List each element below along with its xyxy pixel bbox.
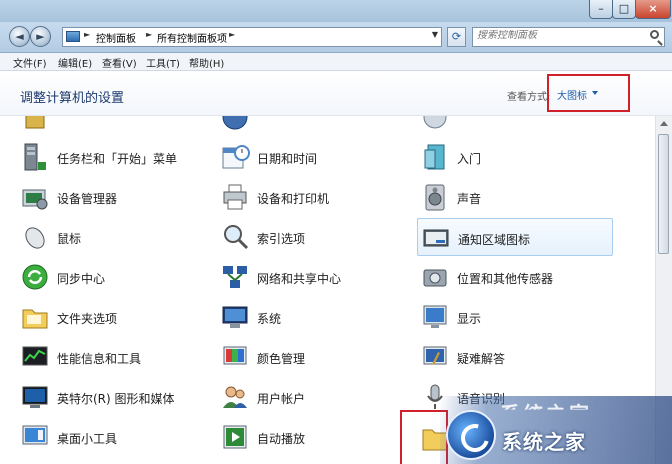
- scroll-up-icon[interactable]: [660, 121, 668, 126]
- cp-item-color-management[interactable]: 颜色管理: [220, 342, 420, 374]
- watermark: 系统之家 系统之家: [440, 396, 672, 464]
- device-manager-icon: [22, 189, 48, 210]
- network-icon: [223, 266, 247, 288]
- menu-tools[interactable]: 工具(T): [146, 55, 180, 70]
- intel-graphics-icon: [22, 386, 48, 408]
- display-icon: [423, 305, 447, 328]
- cp-item-user-accounts[interactable]: 用户帐户: [220, 382, 420, 414]
- cp-item-taskbar[interactable]: 任务栏和「开始」菜单: [20, 142, 220, 174]
- cp-item-performance[interactable]: 性能信息和工具: [20, 342, 220, 374]
- breadcrumb-separator[interactable]: ►: [146, 30, 152, 39]
- watermark-text: 系统之家: [502, 430, 586, 454]
- search-input[interactable]: [477, 30, 645, 41]
- mouse-icon: [25, 227, 45, 249]
- cp-item-location-sensors[interactable]: 位置和其他传感器: [420, 262, 620, 294]
- view-by-label: 查看方式:: [507, 92, 551, 103]
- cp-item-date-time[interactable]: 日期和时间: [220, 142, 420, 174]
- forward-button[interactable]: ►: [30, 26, 51, 47]
- cp-item-display[interactable]: 显示: [420, 302, 620, 334]
- sync-center-icon: [22, 264, 48, 290]
- color-management-icon: [223, 346, 247, 365]
- menu-view[interactable]: 查看(V): [102, 55, 137, 70]
- folder-options-icon: [22, 309, 48, 329]
- troubleshooting-icon: [423, 346, 447, 365]
- getting-started-icon: [424, 144, 445, 170]
- menu-help[interactable]: 帮助(H): [189, 55, 224, 70]
- gadgets-icon: [22, 425, 48, 445]
- search-box[interactable]: [472, 27, 665, 47]
- address-dropdown-icon[interactable]: ▼: [432, 30, 438, 39]
- title-bar: – □ ×: [0, 0, 672, 22]
- cp-item-network-sharing[interactable]: 网络和共享中心: [220, 262, 420, 294]
- taskbar-icon: [24, 143, 46, 171]
- breadcrumb-separator[interactable]: ►: [84, 30, 90, 39]
- maximize-button[interactable]: □: [612, 0, 636, 19]
- cp-item-autoplay[interactable]: 自动播放: [220, 422, 420, 454]
- index-search-icon: [224, 225, 249, 250]
- scroll-thumb[interactable]: [658, 134, 669, 254]
- clipped-icon: [423, 116, 447, 129]
- menu-file[interactable]: 文件(F): [13, 55, 47, 70]
- clipped-icon: [222, 116, 248, 130]
- calendar-clock-icon: [222, 145, 250, 169]
- system-icon: [222, 306, 248, 328]
- cp-item-folder-options[interactable]: 文件夹选项: [20, 302, 220, 334]
- search-icon[interactable]: [650, 30, 659, 39]
- cp-item-sound[interactable]: 声音: [420, 182, 620, 214]
- cp-item-devices-printers[interactable]: 设备和打印机: [220, 182, 420, 214]
- breadcrumb-separator[interactable]: ►: [229, 30, 235, 39]
- clipped-icon: [25, 116, 45, 129]
- autoplay-icon: [223, 425, 247, 449]
- location-sensor-icon: [423, 269, 447, 287]
- page-title: 调整计算机的设置: [20, 91, 125, 106]
- cp-item-getting-started[interactable]: 入门: [420, 142, 620, 174]
- back-button[interactable]: ◄: [9, 26, 30, 47]
- highlight-annotation: [547, 74, 630, 112]
- cp-item-intel-graphics[interactable]: 英特尔(R) 图形和媒体: [20, 382, 220, 414]
- cp-item-clipped-1[interactable]: [20, 116, 220, 134]
- breadcrumb-control-panel[interactable]: 控制面板: [96, 30, 136, 45]
- menu-edit[interactable]: 编辑(E): [58, 55, 92, 70]
- address-bar[interactable]: ► 控制面板 ► 所有控制面板项 ► ▼: [62, 27, 442, 47]
- cp-item-system[interactable]: 系统: [220, 302, 420, 334]
- cp-item-mouse[interactable]: 鼠标: [20, 222, 220, 254]
- breadcrumb-all-items[interactable]: 所有控制面板项: [157, 30, 227, 45]
- refresh-button[interactable]: ⟳: [447, 27, 466, 47]
- menu-bar: 文件(F) 编辑(E) 查看(V) 工具(T) 帮助(H): [0, 53, 672, 71]
- speaker-icon: [425, 184, 445, 211]
- navigation-bar: ◄ ► ► 控制面板 ► 所有控制面板项 ► ▼ ⟳: [0, 22, 672, 53]
- notification-area-icon: [423, 229, 449, 247]
- cp-item-troubleshooting[interactable]: 疑难解答: [420, 342, 620, 374]
- close-button[interactable]: ×: [635, 0, 671, 19]
- cp-item-clipped-3[interactable]: [420, 116, 620, 134]
- performance-icon: [22, 346, 48, 366]
- cp-item-clipped-2[interactable]: [220, 116, 420, 134]
- cp-item-notification-icons[interactable]: 通知区域图标: [417, 218, 613, 256]
- user-accounts-icon: [223, 386, 247, 408]
- cp-item-desktop-gadgets[interactable]: 桌面小工具: [20, 422, 220, 454]
- minimize-button[interactable]: –: [589, 0, 613, 19]
- cp-item-indexing[interactable]: 索引选项: [220, 222, 420, 254]
- printer-icon: [223, 184, 247, 210]
- control-panel-icon: [66, 31, 80, 42]
- cp-item-sync-center[interactable]: 同步中心: [20, 262, 220, 294]
- cp-item-device-manager[interactable]: 设备管理器: [20, 182, 220, 214]
- watermark-logo-icon: [446, 410, 496, 460]
